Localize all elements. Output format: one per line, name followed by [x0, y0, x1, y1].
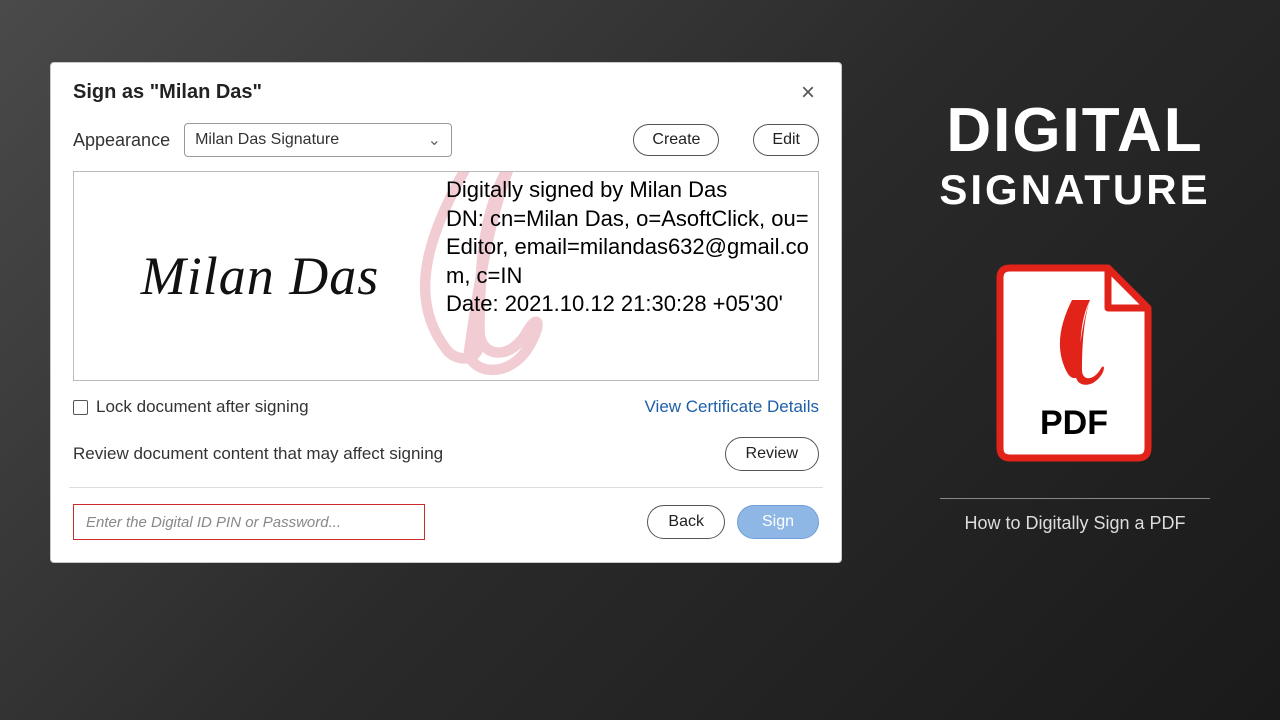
- edit-button[interactable]: Edit: [753, 124, 819, 156]
- create-button[interactable]: Create: [633, 124, 719, 156]
- promo-tagline: How to Digitally Sign a PDF: [890, 513, 1260, 534]
- pdf-label: PDF: [1040, 404, 1108, 442]
- dialog-title: Sign as "Milan Das": [73, 81, 262, 104]
- chevron-down-icon: ⌄: [428, 130, 441, 150]
- divider: [69, 487, 823, 488]
- appearance-value: Milan Das Signature: [195, 131, 339, 149]
- pdf-file-icon: PDF: [990, 262, 1160, 462]
- dialog-header: Sign as "Milan Das" ×: [73, 81, 819, 105]
- sign-button[interactable]: Sign: [737, 505, 819, 539]
- view-certificate-link[interactable]: View Certificate Details: [645, 397, 819, 417]
- back-button[interactable]: Back: [647, 505, 725, 539]
- review-button[interactable]: Review: [725, 437, 819, 471]
- signature-details: Digitally signed by Milan Das DN: cn=Mil…: [446, 176, 810, 372]
- review-text: Review document content that may affect …: [73, 444, 443, 464]
- appearance-row: Appearance Milan Das Signature ⌄ Create …: [73, 123, 819, 157]
- signature-left: Milan Das: [74, 172, 446, 380]
- appearance-label: Appearance: [73, 130, 170, 151]
- signature-preview: Milan Das Digitally signed by Milan Das …: [73, 171, 819, 381]
- appearance-dropdown[interactable]: Milan Das Signature ⌄: [184, 123, 452, 157]
- lock-row: Lock document after signing View Certifi…: [73, 397, 819, 417]
- signature-script-name: Milan Das: [141, 245, 380, 307]
- lock-checkbox[interactable]: [73, 400, 88, 415]
- lock-label: Lock document after signing: [96, 397, 309, 417]
- lock-checkbox-wrap[interactable]: Lock document after signing: [73, 397, 309, 417]
- promo-divider: [940, 498, 1210, 499]
- review-row: Review document content that may affect …: [73, 437, 819, 471]
- promo-panel: DIGITAL SIGNATURE PDF How to Digitally S…: [890, 100, 1260, 534]
- close-icon[interactable]: ×: [797, 81, 819, 105]
- bottom-row: Back Sign: [73, 504, 819, 540]
- pin-input[interactable]: [73, 504, 425, 540]
- promo-title-1: DIGITAL: [890, 100, 1260, 162]
- sign-dialog: Sign as "Milan Das" × Appearance Milan D…: [50, 62, 842, 563]
- promo-title-2: SIGNATURE: [890, 166, 1260, 214]
